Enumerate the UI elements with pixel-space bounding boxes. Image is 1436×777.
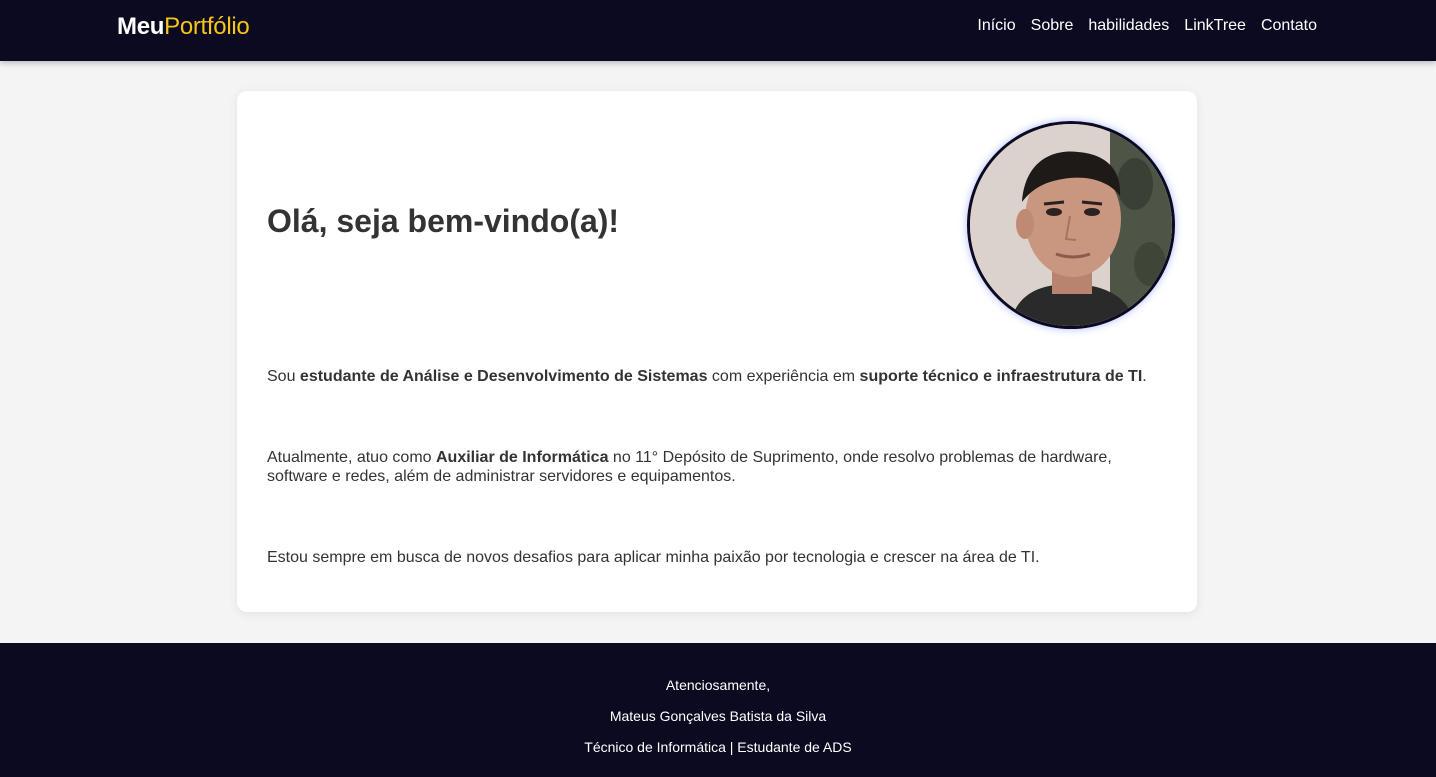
nav-menu: Início Sobre habilidades LinkTree Contat…: [977, 16, 1317, 36]
intro-bold-course: estudante de Análise e Desenvolvimento d…: [299, 368, 708, 385]
footer: Atenciosamente, Mateus Gonçalves Batista…: [0, 643, 1436, 777]
brand-second: Portfólio: [164, 13, 250, 40]
nav-link-habilidades[interactable]: habilidades: [1088, 16, 1169, 36]
intro-text-3: .: [1142, 368, 1147, 385]
brand-logo[interactable]: MeuPortfólio: [117, 12, 250, 42]
intro-text-1: Sou: [267, 368, 300, 385]
nav-link-inicio[interactable]: Início: [977, 16, 1015, 36]
job-bold-role: Auxiliar de Informática: [435, 449, 609, 466]
footer-title: Técnico de Informática | Estudante de AD…: [584, 739, 852, 755]
profile-photo: [967, 121, 1175, 329]
navbar: MeuPortfólio Início Sobre habilidades Li…: [0, 0, 1436, 61]
profile-photo-image: [970, 124, 1172, 326]
job-paragraph: Atualmente, atuo como Auxiliar de Inform…: [267, 448, 1172, 486]
goals-paragraph: Estou sempre em busca de novos desafios …: [267, 549, 1040, 566]
nav-link-contato[interactable]: Contato: [1261, 16, 1317, 36]
greeting-heading: Olá, seja bem-vindo(a)!: [267, 203, 620, 239]
brand-first: Meu: [117, 13, 165, 40]
footer-name: Mateus Gonçalves Batista da Silva: [609, 708, 827, 724]
intro-text-2: com experiência em: [707, 368, 860, 385]
about-card: Olá, seja bem-vindo(a)! Sou estudante de…: [237, 91, 1197, 612]
intro-bold-area: suporte técnico e infraestrutura de TI: [859, 368, 1143, 385]
job-text-1: Atualmente, atuo como: [267, 449, 436, 466]
footer-regards: Atenciosamente,: [665, 677, 771, 693]
nav-link-linktree[interactable]: LinkTree: [1184, 16, 1246, 36]
intro-paragraph: Sou estudante de Análise e Desenvolvimen…: [267, 367, 1172, 386]
nav-link-sobre[interactable]: Sobre: [1031, 16, 1074, 36]
